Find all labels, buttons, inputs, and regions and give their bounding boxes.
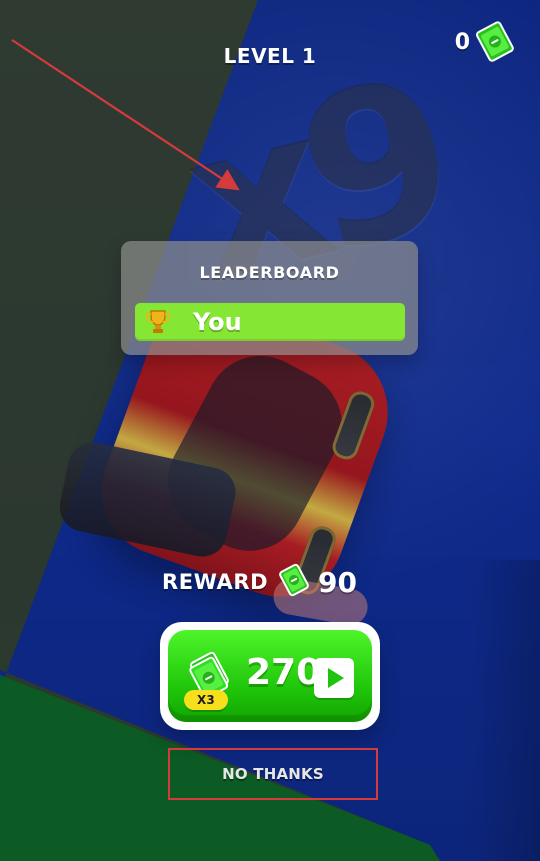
x3-badge-text: X3: [196, 693, 215, 707]
trophy-icon: [145, 310, 171, 333]
cash-count: 0: [454, 30, 470, 55]
no-thanks-label: NO THANKS: [222, 765, 324, 783]
leaderboard-entry-name: You: [193, 308, 242, 336]
leaderboard-panel: LEADERBOARD You: [121, 241, 418, 355]
cash-counter: 0: [432, 20, 522, 66]
claim-amount: 270: [246, 652, 322, 693]
leaderboard-row: You: [135, 303, 405, 341]
x3-badge: X3: [184, 690, 228, 710]
cash-bill-icon: [475, 21, 514, 62]
cash-bill-icon: [279, 563, 309, 597]
game-scene: x9: [0, 0, 540, 861]
reward-readout: REWARD 90: [0, 560, 540, 606]
leaderboard-title: LEADERBOARD: [199, 263, 340, 282]
claim-x3-button[interactable]: X3 270: [160, 622, 380, 730]
play-icon: [314, 658, 354, 698]
no-thanks-button[interactable]: NO THANKS: [168, 748, 378, 800]
reward-value: 90: [318, 566, 357, 599]
reward-label: REWARD: [162, 570, 269, 594]
claim-x3-button-face[interactable]: X3 270: [168, 630, 372, 722]
